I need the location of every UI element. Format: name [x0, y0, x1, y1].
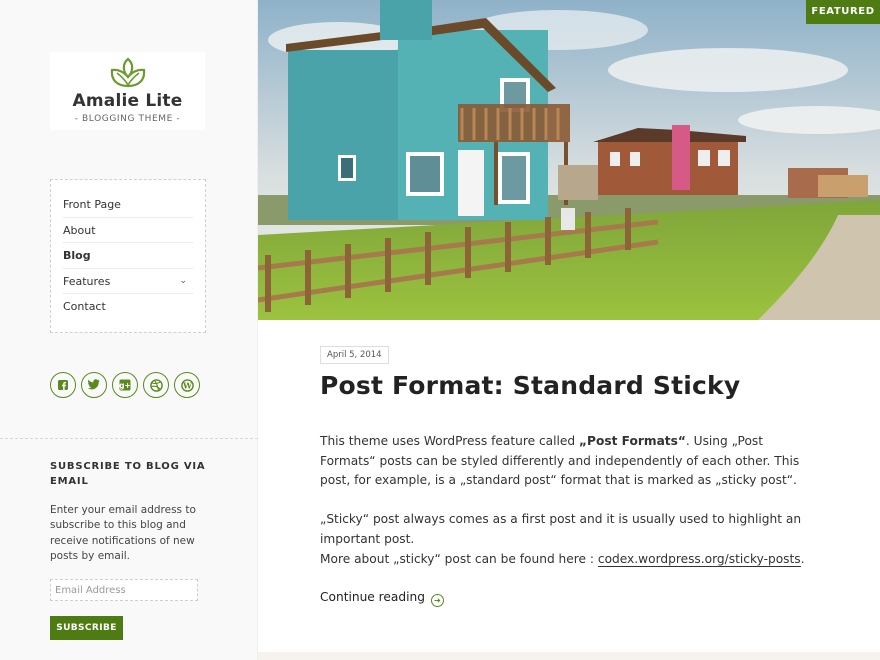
sidebar: Amalie Lite - BLOGGING THEME - Front Pag…	[0, 0, 258, 660]
subscribe-description: Enter your email address to subscribe to…	[50, 504, 196, 562]
site-title[interactable]: Amalie Lite	[50, 91, 205, 111]
menu-item-front-page[interactable]: Front Page	[63, 192, 193, 218]
leaf-logo-icon	[110, 57, 146, 88]
subscribe-button[interactable]: SUBSCRIBE	[50, 616, 123, 640]
menu-item-contact[interactable]: Contact	[63, 294, 193, 320]
post-text: More about „sticky“ post can be found he…	[320, 551, 598, 566]
menu-item-about[interactable]: About	[63, 218, 193, 244]
featured-image[interactable]: FEATURED	[258, 0, 880, 320]
menu-item-label: Blog	[63, 249, 91, 263]
menu-item-label: Contact	[63, 300, 106, 314]
post-text: „Sticky“ post always comes as a first po…	[320, 512, 802, 546]
svg-text:g+: g+	[119, 381, 131, 390]
next-post-strip	[258, 652, 880, 660]
continue-reading-link[interactable]: Continue reading ➜	[320, 590, 444, 607]
featured-photo	[258, 0, 880, 320]
main-menu: Front Page About Blog Features ⌄ Contact	[50, 179, 206, 333]
site-tagline: - BLOGGING THEME -	[74, 114, 181, 124]
arrow-right-circle-icon: ➜	[430, 594, 444, 607]
post-excerpt: This theme uses WordPress feature called…	[320, 432, 820, 589]
menu-item-label: Features	[63, 274, 111, 288]
menu-item-features[interactable]: Features ⌄	[63, 269, 193, 295]
post-date[interactable]: April 5, 2014	[320, 346, 389, 364]
sticky-posts-link[interactable]: codex.wordpress.org/sticky-posts	[597, 551, 801, 567]
sidebar-divider	[0, 438, 258, 439]
post-paragraph: „Sticky“ post always comes as a first po…	[320, 510, 820, 569]
post-paragraph: This theme uses WordPress feature called…	[320, 432, 820, 491]
menu-item-label: Front Page	[63, 198, 121, 211]
subscribe-widget-title: SUBSCRIBE TO BLOG VIA EMAIL	[50, 461, 206, 487]
email-field[interactable]	[50, 579, 198, 601]
post-text: .	[800, 551, 805, 566]
featured-badge: FEATURED	[806, 0, 880, 24]
google-plus-icon[interactable]: g+	[112, 372, 138, 398]
svg-text:W: W	[182, 380, 193, 390]
dribbble-icon[interactable]	[143, 372, 169, 398]
facebook-icon[interactable]	[50, 372, 76, 398]
site-logo[interactable]: Amalie Lite - BLOGGING THEME -	[50, 52, 205, 130]
twitter-icon[interactable]	[81, 372, 107, 398]
continue-reading-label: Continue reading	[320, 590, 425, 604]
menu-item-label: About	[63, 223, 96, 237]
post-text: This theme uses WordPress feature called	[320, 434, 580, 448]
post-text-bold: „Post Formats“	[579, 434, 686, 448]
chevron-down-icon[interactable]: ⌄	[179, 269, 187, 295]
post-title[interactable]: Post Format: Standard Sticky	[320, 371, 740, 400]
menu-item-blog[interactable]: Blog	[63, 243, 193, 269]
wordpress-icon[interactable]: W	[174, 372, 200, 398]
